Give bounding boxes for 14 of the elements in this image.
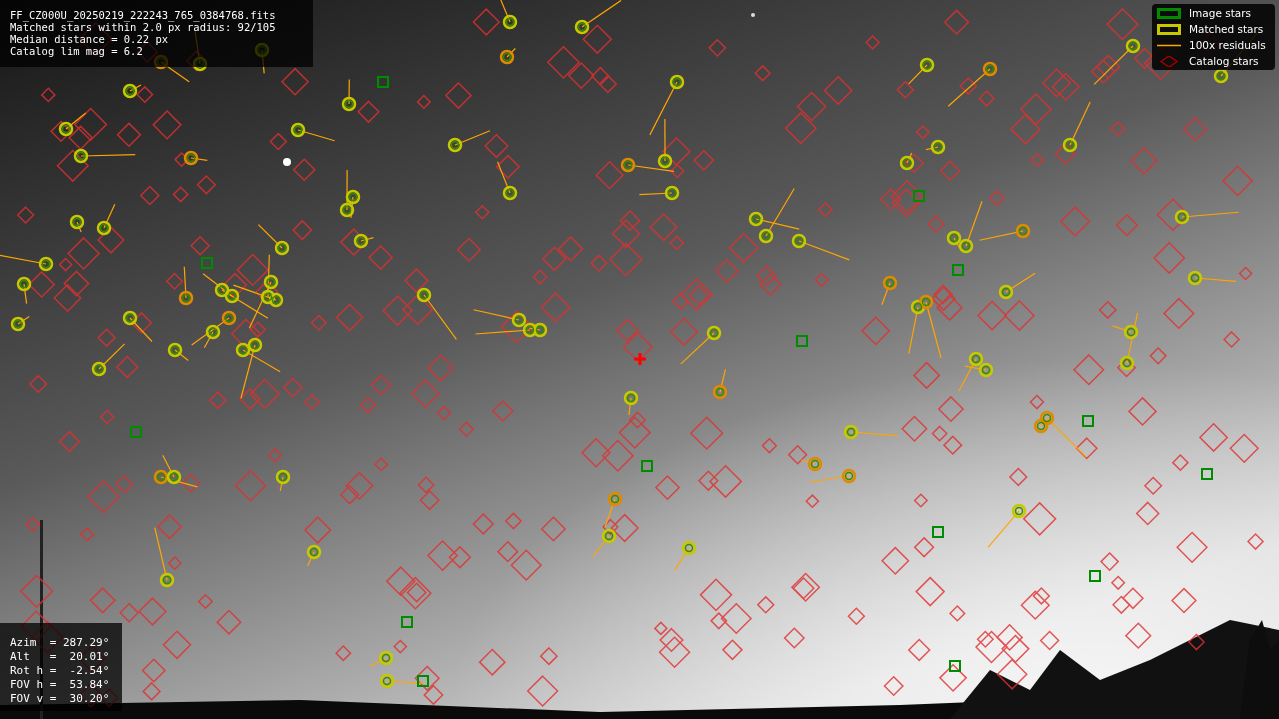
pointing-text: Alt = 20.01° [10,650,111,664]
info-text: Median distance = 0.22 px [10,33,170,45]
legend-label: Image stars [1189,7,1252,19]
info-text: Matched stars within 2.0 px radius: 92/105 [10,21,277,33]
pointing-text: FOV v = 30.20° [10,692,111,706]
info-text: FF_CZ000U_20250219_222243_765_0384768.fits [10,9,277,21]
legend-label: 100x residuals [1189,39,1266,51]
pointing-text: Azim = 287.29° [10,636,111,650]
pointing-text: FOV h = 53.84° [10,678,111,692]
info-text: Catalog lim mag = 6.2 [10,45,144,57]
pointing-text: Rot h = -2.54° [10,664,111,678]
legend-label: Matched stars [1189,23,1264,35]
center-cross-icon [634,353,646,365]
legend-label: Catalog stars [1189,55,1259,67]
